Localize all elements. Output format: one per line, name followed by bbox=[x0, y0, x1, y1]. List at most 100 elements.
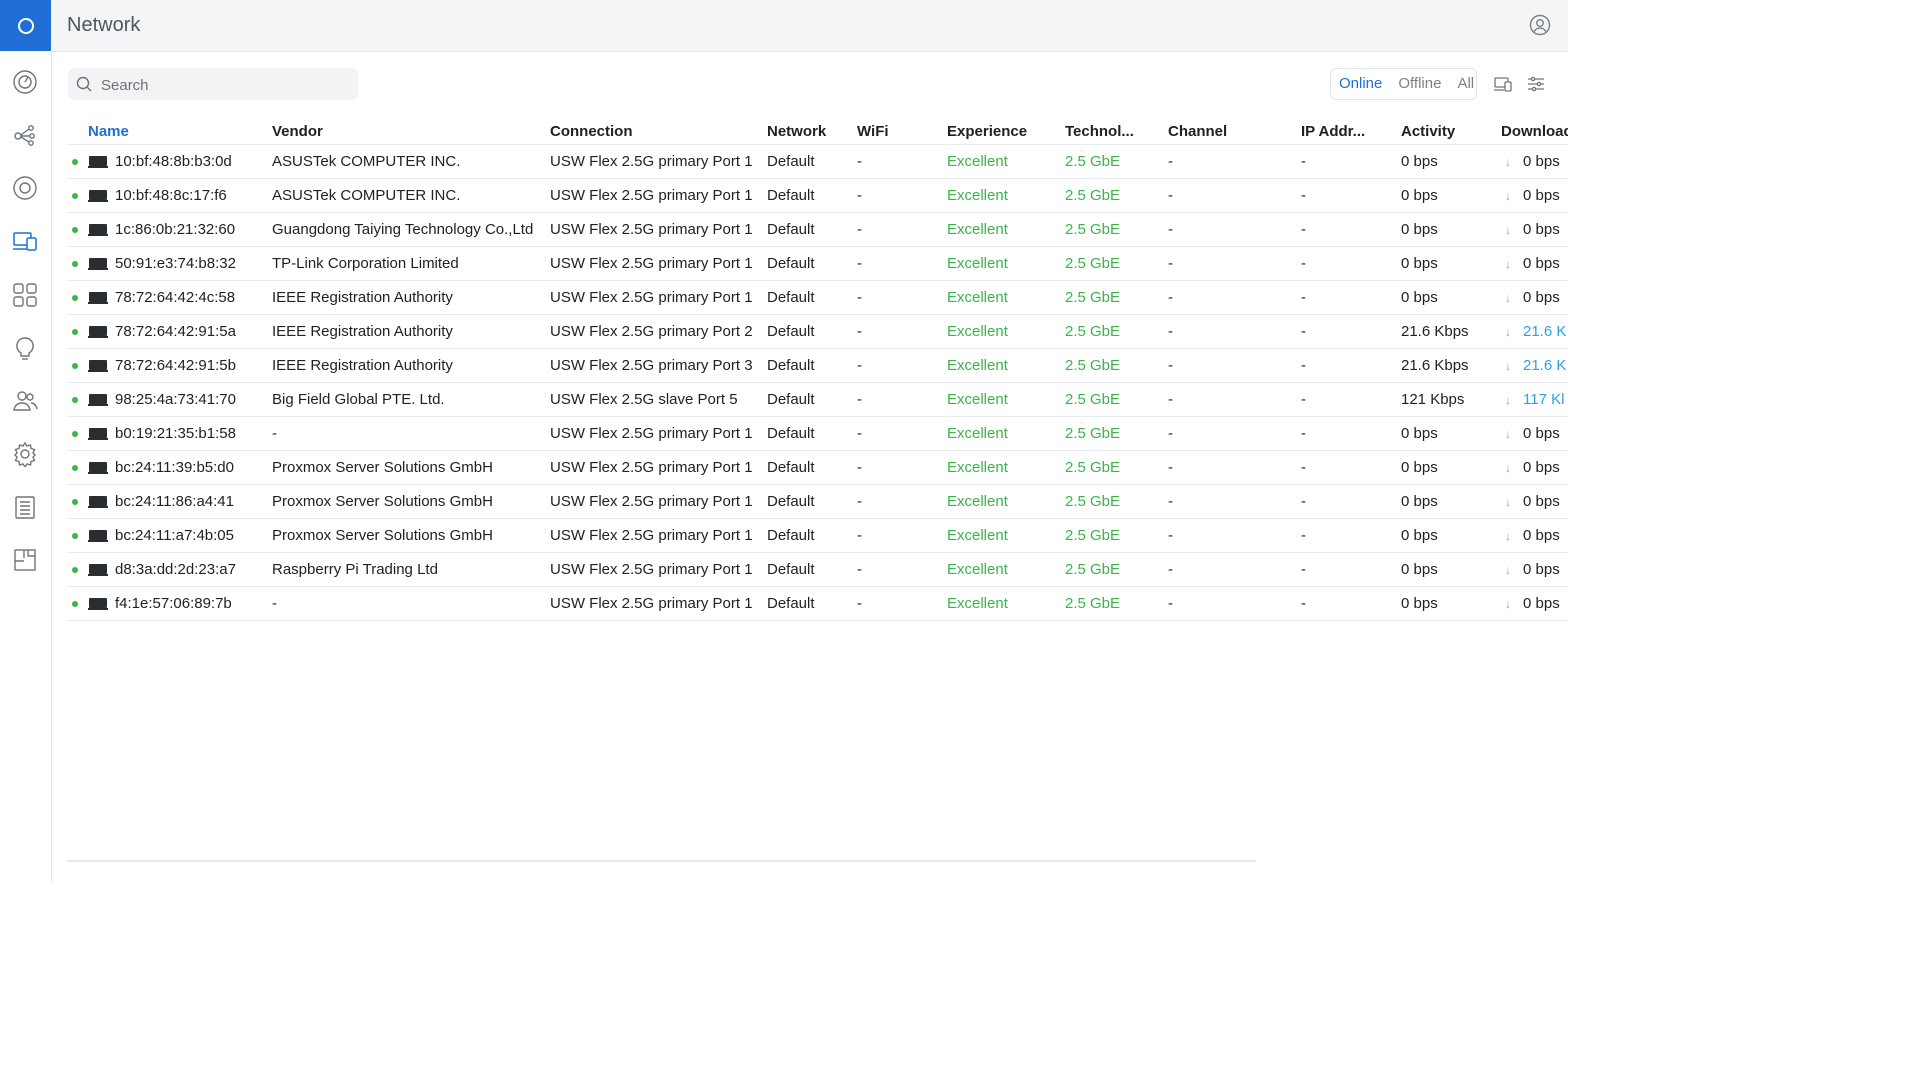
wired-device-icon bbox=[88, 156, 108, 169]
column-header-connection[interactable]: Connection bbox=[550, 118, 767, 145]
sidebar-item-logs[interactable] bbox=[12, 494, 38, 520]
table-row[interactable]: 1c:86:0b:21:32:60 Guangdong Taiying Techn… bbox=[67, 212, 1568, 247]
table-row[interactable]: 78:72:64:42:91:5b IEEE Registration Autho… bbox=[67, 348, 1568, 383]
table-row[interactable]: f4:1e:57:06:89:7b - USW Flex 2.5G primary … bbox=[67, 586, 1568, 621]
column-settings-icon[interactable] bbox=[1526, 74, 1546, 94]
cell-name: 78:72:64:42:91:5b bbox=[67, 348, 272, 383]
table-row[interactable]: 78:72:64:42:4c:58 IEEE Registration Autho… bbox=[67, 280, 1568, 315]
client-view-icon[interactable] bbox=[1493, 74, 1513, 94]
cell-download: ↓ 0 bps bbox=[1501, 484, 1568, 519]
client-name[interactable]: bc:24:11:a7:4b:05 bbox=[115, 527, 234, 544]
wired-device-icon bbox=[88, 224, 108, 237]
cell-activity: 0 bps bbox=[1401, 246, 1501, 281]
table-row[interactable]: 10:bf:48:8c:17:f6 ASUSTek COMPUTER INC. US… bbox=[67, 178, 1568, 213]
cell-download: ↓ 0 bps bbox=[1501, 178, 1568, 213]
filter-all[interactable]: All bbox=[1449, 74, 1482, 94]
column-header-download[interactable]: Download bbox=[1501, 118, 1568, 145]
cell-download: ↓ 0 bps bbox=[1501, 552, 1568, 587]
column-header-wifi[interactable]: WiFi bbox=[857, 118, 947, 145]
cell-ip-address: - bbox=[1301, 246, 1401, 281]
cell-technology: 2.5 GbE bbox=[1065, 178, 1168, 213]
cell-network: Default bbox=[767, 280, 857, 315]
table-row[interactable]: 98:25:4a:73:41:70 Big Field Global PTE. L… bbox=[67, 382, 1568, 417]
download-value: 0 bps bbox=[1523, 527, 1560, 544]
table-row[interactable]: b0:19:21:35:b1:58- USW Flex 2.5G primary … bbox=[67, 416, 1568, 451]
cell-wifi: - bbox=[857, 552, 947, 587]
table-row[interactable]: bc:24:11:39:b5:d0 Proxmox Server Solution… bbox=[67, 450, 1568, 485]
table-row[interactable]: bc:24:11:a7:4b:05 Proxmox Server Solution… bbox=[67, 518, 1568, 553]
client-name[interactable]: 78:72:64:42:4c:58 bbox=[115, 289, 235, 306]
column-header-network[interactable]: Network bbox=[767, 118, 857, 145]
table-row[interactable]: bc:24:11:86:a4:41 Proxmox Server Solution… bbox=[67, 484, 1568, 519]
cell-connection: USW Flex 2.5G primary Port 3 bbox=[550, 348, 767, 383]
online-status-dot bbox=[72, 601, 78, 608]
cell-ip-address: - bbox=[1301, 382, 1401, 417]
filter-offline[interactable]: Offline bbox=[1390, 74, 1449, 94]
cell-activity: 0 bps bbox=[1401, 552, 1501, 587]
sidebar-item-client-devices[interactable] bbox=[12, 228, 38, 254]
horizontal-scrollbar[interactable] bbox=[67, 860, 1256, 862]
online-status-dot bbox=[72, 567, 78, 574]
cell-technology: 2.5 GbE bbox=[1065, 586, 1168, 621]
filter-online[interactable]: Online bbox=[1331, 74, 1390, 94]
online-status-dot bbox=[72, 499, 78, 506]
wired-device-icon bbox=[88, 496, 108, 509]
column-header-vendor[interactable]: Vendor bbox=[272, 118, 550, 145]
client-name[interactable]: 78:72:64:42:91:5a bbox=[115, 323, 236, 340]
cell-wifi: - bbox=[857, 416, 947, 451]
cell-channel: - bbox=[1168, 382, 1301, 417]
column-header-experience[interactable]: Experience bbox=[947, 118, 1065, 145]
cell-download: ↓ 0 bps bbox=[1501, 280, 1568, 315]
client-name[interactable]: 50:91:e3:74:b8:32 bbox=[115, 255, 236, 272]
search-icon bbox=[76, 76, 92, 92]
column-header-name[interactable]: Name bbox=[67, 118, 272, 145]
app-logo[interactable] bbox=[0, 0, 51, 51]
cell-channel: - bbox=[1168, 348, 1301, 383]
sidebar-item-insights[interactable] bbox=[12, 335, 38, 361]
client-name[interactable]: b0:19:21:35:b1:58 bbox=[115, 425, 236, 442]
cell-experience: Excellent bbox=[947, 348, 1065, 383]
table-row[interactable]: 50:91:e3:74:b8:32 TP-Link Corporation Lim… bbox=[67, 246, 1568, 281]
download-arrow-icon: ↓ bbox=[1505, 393, 1511, 407]
sidebar-item-users[interactable] bbox=[12, 388, 38, 414]
sidebar-item-topology[interactable] bbox=[12, 122, 38, 148]
search-input[interactable] bbox=[99, 68, 353, 102]
column-header-channel[interactable]: Channel bbox=[1168, 118, 1301, 145]
client-name[interactable]: 1c:86:0b:21:32:60 bbox=[115, 221, 235, 238]
download-arrow-icon: ↓ bbox=[1505, 495, 1511, 509]
cell-wifi: - bbox=[857, 280, 947, 315]
online-status-dot bbox=[72, 227, 78, 234]
cell-connection: USW Flex 2.5G primary Port 1 bbox=[550, 212, 767, 247]
cell-wifi: - bbox=[857, 314, 947, 349]
user-account-icon[interactable] bbox=[1529, 14, 1551, 36]
table-row[interactable]: d8:3a:dd:2d:23:a7 Raspberry Pi Trading Lt… bbox=[67, 552, 1568, 587]
sidebar-item-dashboard[interactable] bbox=[12, 69, 38, 95]
cell-experience: Excellent bbox=[947, 518, 1065, 553]
topology-icon bbox=[14, 125, 35, 146]
client-name[interactable]: bc:24:11:39:b5:d0 bbox=[115, 459, 234, 476]
table-row[interactable]: 10:bf:48:8b:b3:0d ASUSTek COMPUTER INC. US… bbox=[67, 144, 1568, 179]
download-arrow-icon: ↓ bbox=[1505, 223, 1511, 237]
column-header-activity[interactable]: Activity bbox=[1401, 118, 1501, 145]
download-arrow-icon: ↓ bbox=[1505, 597, 1511, 611]
client-name[interactable]: 78:72:64:42:91:5b bbox=[115, 357, 236, 374]
sidebar-item-devices[interactable] bbox=[12, 175, 38, 201]
client-name[interactable]: 10:bf:48:8c:17:f6 bbox=[115, 187, 227, 204]
client-name[interactable]: 98:25:4a:73:41:70 bbox=[115, 391, 236, 408]
dashboard-icon bbox=[13, 70, 37, 94]
cell-experience: Excellent bbox=[947, 382, 1065, 417]
sidebar-item-floorplan[interactable] bbox=[12, 547, 38, 573]
column-header-technology[interactable]: Technol... bbox=[1065, 118, 1168, 145]
download-arrow-icon: ↓ bbox=[1505, 155, 1511, 169]
client-name[interactable]: bc:24:11:86:a4:41 bbox=[115, 493, 234, 510]
sidebar-item-settings[interactable] bbox=[12, 441, 38, 467]
wired-device-icon bbox=[88, 258, 108, 271]
client-name[interactable]: d8:3a:dd:2d:23:a7 bbox=[115, 561, 236, 578]
table-row[interactable]: 78:72:64:42:91:5a IEEE Registration Autho… bbox=[67, 314, 1568, 349]
sidebar-item-ports[interactable] bbox=[12, 282, 38, 308]
client-name[interactable]: f4:1e:57:06:89:7b bbox=[115, 595, 232, 612]
cell-download: ↓ 0 bps bbox=[1501, 246, 1568, 281]
client-name[interactable]: 10:bf:48:8b:b3:0d bbox=[115, 153, 232, 170]
column-header-ip-address[interactable]: IP Addr... bbox=[1301, 118, 1401, 145]
cell-connection: USW Flex 2.5G primary Port 2 bbox=[550, 314, 767, 349]
